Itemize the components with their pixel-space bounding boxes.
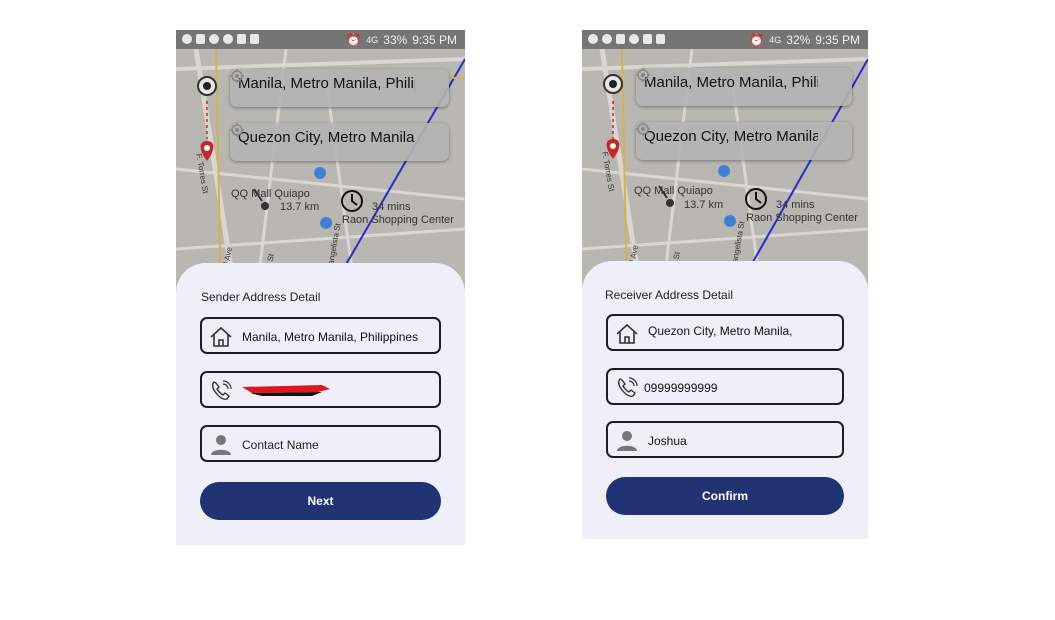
alarm-icon: ⏰ xyxy=(346,33,362,47)
origin-field[interactable]: Manila, Metro Manila, Philippines xyxy=(230,69,449,107)
phone-text: 09999999999 xyxy=(644,381,718,395)
phone-field[interactable] xyxy=(200,371,441,408)
news-icon xyxy=(237,34,246,44)
clock-time: 9:35 PM xyxy=(412,33,457,47)
origin-text: Manila, Metro Manila, Philippines xyxy=(644,75,818,91)
notification-icons xyxy=(182,34,259,44)
route-distance: 13.7 km xyxy=(280,201,320,213)
poi-label: Raon Shopping Center xyxy=(342,214,454,226)
home-icon xyxy=(210,326,232,347)
target-icon[interactable] xyxy=(230,123,244,137)
contact-name-field[interactable]: Joshua xyxy=(606,421,844,458)
phone-icon xyxy=(617,377,638,397)
poi-label: QQ Mall Quiapo xyxy=(231,188,310,200)
contact-name-field[interactable]: Contact Name xyxy=(200,425,441,462)
messenger-icon xyxy=(588,34,598,44)
network-label: 4G xyxy=(366,35,379,45)
status-bar: ⏰ 4G 32% 9:35 PM xyxy=(582,30,868,49)
home-icon xyxy=(616,323,638,344)
battery-level: 32% xyxy=(786,33,811,47)
origin-field[interactable]: Manila, Metro Manila, Philippines xyxy=(636,68,852,106)
network-label: 4G xyxy=(769,35,782,45)
target-icon[interactable] xyxy=(230,69,244,83)
poi-label: QQ Mall Quiapo xyxy=(634,185,713,197)
address-field[interactable]: Quezon City, Metro Manila, Philippines xyxy=(606,314,844,351)
notification-icons xyxy=(588,34,665,44)
person-icon xyxy=(211,435,231,455)
route-duration: 34 mins xyxy=(776,199,815,211)
destination-text: Quezon City, Metro Manila, Philippines xyxy=(644,129,818,145)
address-text: Manila, Metro Manila, Philippines xyxy=(242,330,419,344)
destination-field[interactable]: Quezon City, Metro Manila, Philippines xyxy=(230,123,449,161)
address-text: Quezon City, Metro Manila, Philippines xyxy=(648,324,793,340)
phone-icon xyxy=(211,380,232,400)
facebook-icon xyxy=(182,34,192,44)
messenger-icon xyxy=(629,34,639,44)
poi-label: Raon Shopping Center xyxy=(746,212,858,224)
alarm-icon: ⏰ xyxy=(749,33,765,47)
address-sheet: Sender Address Detail Manila, Metro Mani… xyxy=(176,263,465,545)
scooter-icon xyxy=(261,202,269,210)
route-map[interactable]: QQ Mall Quiapo 13.7 km 34 mins Raon Shop… xyxy=(176,49,465,299)
receiver-screen: ⏰ 4G 32% 9:35 PM QQ Mall Quiapo 13.7 km … xyxy=(582,30,868,539)
origin-text: Manila, Metro Manila, Philippines xyxy=(238,76,415,92)
clipboard-icon xyxy=(656,34,665,44)
facebook-icon xyxy=(602,34,612,44)
scooter-icon xyxy=(666,199,674,207)
news-icon xyxy=(643,34,652,44)
sheet-title: Sender Address Detail xyxy=(201,290,321,304)
address-field[interactable]: Manila, Metro Manila, Philippines xyxy=(200,317,441,354)
gallery-icon xyxy=(616,34,625,44)
person-icon xyxy=(617,431,637,451)
clipboard-icon xyxy=(250,34,259,44)
contact-name-placeholder: Contact Name xyxy=(242,438,319,452)
phone-field[interactable]: 09999999999 xyxy=(606,368,844,405)
target-icon[interactable] xyxy=(636,122,650,136)
confirm-button[interactable]: Confirm xyxy=(606,477,844,515)
target-icon[interactable] xyxy=(636,68,650,82)
messenger-icon xyxy=(223,34,233,44)
clock-time: 9:35 PM xyxy=(815,33,860,47)
redaction-mark xyxy=(242,385,330,396)
route-distance: 13.7 km xyxy=(684,199,724,211)
destination-field[interactable]: Quezon City, Metro Manila, Philippines xyxy=(636,122,852,160)
sender-screen: ⏰ 4G 33% 9:35 PM QQ Mall Quiapo 13.7 km … xyxy=(176,30,465,545)
status-bar: ⏰ 4G 33% 9:35 PM xyxy=(176,30,465,49)
address-sheet: Receiver Address Detail Quezon City, Met… xyxy=(582,261,868,539)
battery-level: 33% xyxy=(383,33,408,47)
route-duration: 34 mins xyxy=(372,201,411,213)
contact-name-text: Joshua xyxy=(648,434,687,448)
next-button[interactable]: Next xyxy=(200,482,441,520)
gallery-icon xyxy=(196,34,205,44)
sheet-title: Receiver Address Detail xyxy=(605,288,734,302)
messenger-icon xyxy=(209,34,219,44)
destination-text: Quezon City, Metro Manila, Philippines xyxy=(238,130,415,146)
